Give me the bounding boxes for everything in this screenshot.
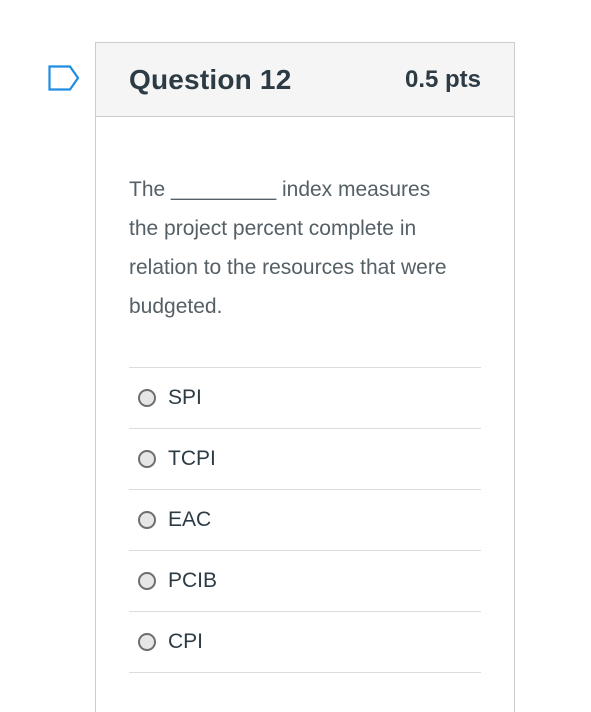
- question-body: The _________ index measures the project…: [96, 170, 514, 673]
- answer-label[interactable]: CPI: [168, 630, 203, 654]
- answer-label[interactable]: TCPI: [168, 447, 216, 471]
- question-text-line: the project percent complete in: [129, 217, 417, 240]
- question-title: Question 12: [129, 63, 292, 95]
- question-header: Question 12 0.5 pts: [96, 43, 514, 117]
- radio-unchecked-icon[interactable]: [138, 389, 156, 407]
- radio-unchecked-icon[interactable]: [138, 633, 156, 651]
- answer-option-tcpi[interactable]: TCPI: [129, 429, 481, 490]
- answer-option-eac[interactable]: EAC: [129, 490, 481, 551]
- radio-unchecked-icon[interactable]: [138, 511, 156, 529]
- answer-label[interactable]: EAC: [168, 508, 211, 532]
- answer-list: SPI TCPI EAC PCIB CPI: [129, 367, 481, 673]
- answer-label[interactable]: PCIB: [168, 569, 217, 593]
- question-text-line: budgeted.: [129, 295, 223, 318]
- question-text-line: relation to the resources that were: [129, 256, 447, 279]
- question-text: The _________ index measures the project…: [129, 170, 481, 326]
- radio-unchecked-icon[interactable]: [138, 450, 156, 468]
- flag-question-icon[interactable]: [48, 65, 88, 91]
- question-card: Question 12 0.5 pts The _________ index …: [95, 42, 515, 712]
- radio-unchecked-icon[interactable]: [138, 572, 156, 590]
- answer-option-pcib[interactable]: PCIB: [129, 551, 481, 612]
- answer-label[interactable]: SPI: [168, 386, 202, 410]
- answer-option-cpi[interactable]: CPI: [129, 612, 481, 673]
- question-points: 0.5 pts: [404, 65, 481, 93]
- question-text-line: The _________ index measures: [129, 178, 431, 201]
- answer-option-spi[interactable]: SPI: [129, 368, 481, 429]
